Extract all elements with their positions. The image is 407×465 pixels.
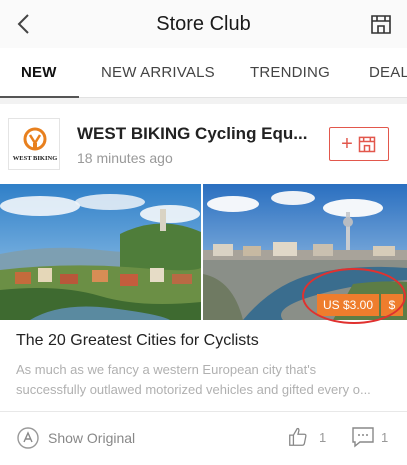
translate-icon — [17, 427, 39, 449]
plus-icon: + — [341, 132, 353, 155]
post-image-left[interactable] — [0, 184, 201, 320]
storefront-icon[interactable] — [369, 12, 393, 36]
divider — [0, 411, 407, 412]
store-logo-image: WEST BIKING — [13, 127, 58, 162]
comment-count: 1 — [381, 429, 389, 445]
show-original-button[interactable]: Show Original — [16, 426, 135, 450]
store-follow-icon — [358, 136, 376, 153]
like-button[interactable]: 1 — [287, 426, 326, 448]
thumbs-up-icon — [289, 427, 307, 446]
chevron-left-icon — [17, 14, 29, 34]
post-timestamp: 18 minutes ago — [77, 150, 173, 166]
tab-new[interactable]: NEW — [21, 48, 57, 97]
show-original-label: Show Original — [48, 430, 136, 446]
tab-trending[interactable]: TRENDING — [250, 48, 330, 97]
back-button[interactable] — [8, 8, 38, 40]
tab-new-arrivals[interactable]: NEW ARRIVALS — [101, 48, 215, 97]
post-description-line1: As much as we fancy a western European c… — [16, 362, 317, 377]
active-tab-indicator — [0, 96, 79, 98]
comment-icon — [352, 427, 374, 448]
top-bar: Store Club — [0, 0, 407, 48]
tab-deal[interactable]: DEAL — [369, 48, 407, 97]
store-logo[interactable]: WEST BIKING — [8, 118, 60, 170]
annotation-circle — [302, 268, 406, 324]
page-title: Store Club — [156, 12, 251, 35]
post-card[interactable]: WEST BIKING WEST BIKING Cycling Equ... 1… — [0, 104, 407, 465]
comment-button[interactable]: 1 — [351, 426, 388, 448]
post-description[interactable]: As much as we fancy a western European c… — [16, 360, 394, 400]
like-count: 1 — [319, 429, 327, 445]
tab-bar: NEW NEW ARRIVALS TRENDING DEAL — [0, 48, 407, 98]
store-name[interactable]: WEST BIKING Cycling Equ... — [77, 124, 313, 144]
follow-store-button[interactable]: + — [329, 127, 389, 161]
svg-text:WEST BIKING: WEST BIKING — [13, 155, 58, 162]
post-description-line2: successfully outlawed motorized vehicles… — [16, 382, 371, 397]
post-title[interactable]: The 20 Greatest Cities for Cyclists — [16, 332, 259, 350]
